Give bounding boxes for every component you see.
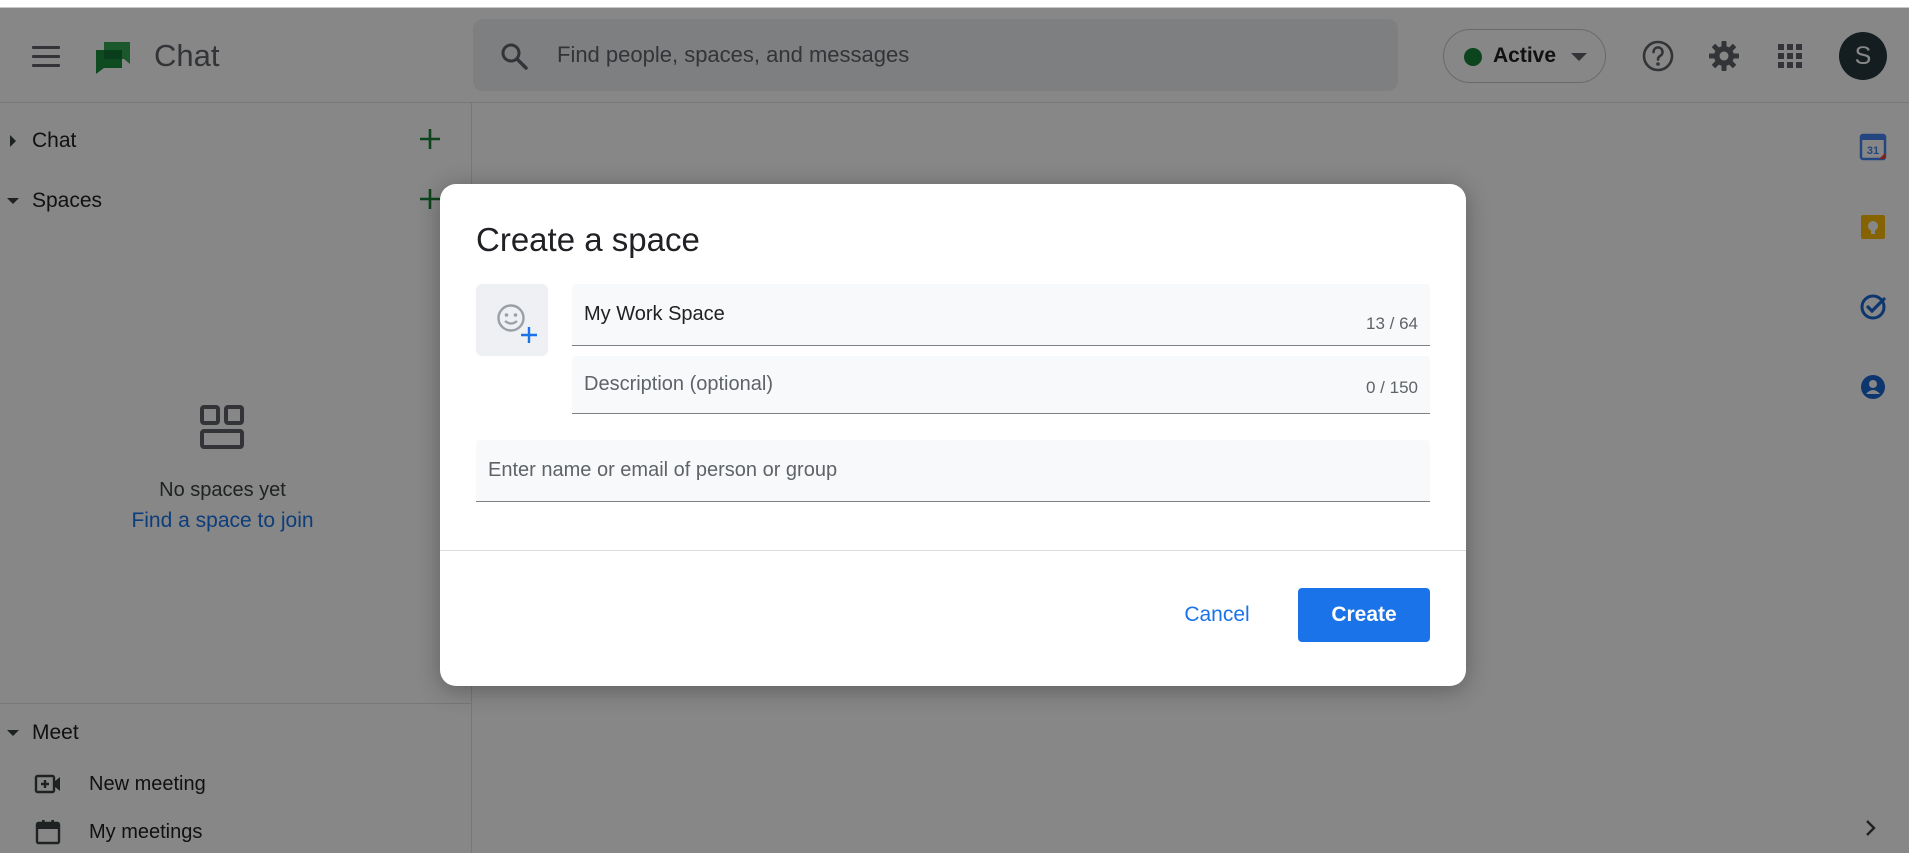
- window-top-strip: [0, 0, 1909, 8]
- add-people-input[interactable]: [488, 456, 1388, 484]
- space-emoji-picker[interactable]: [476, 284, 548, 356]
- dialog-title: Create a space: [476, 221, 700, 258]
- description-char-counter: 0 / 150: [1366, 378, 1418, 397]
- cancel-button[interactable]: Cancel: [1162, 588, 1272, 642]
- dialog-divider: [440, 550, 1466, 551]
- space-description-field[interactable]: 0 / 150: [572, 356, 1430, 414]
- create-space-dialog: Create a space 13 / 64 0 / 150 Cancel Cr…: [440, 184, 1466, 686]
- plus-icon: [518, 324, 540, 346]
- name-char-counter: 13 / 64: [1366, 314, 1418, 333]
- space-description-input[interactable]: [584, 370, 1284, 398]
- space-name-input[interactable]: [584, 300, 1284, 328]
- create-button[interactable]: Create: [1298, 588, 1430, 642]
- add-people-field[interactable]: [476, 440, 1430, 502]
- space-name-field[interactable]: 13 / 64: [572, 284, 1430, 346]
